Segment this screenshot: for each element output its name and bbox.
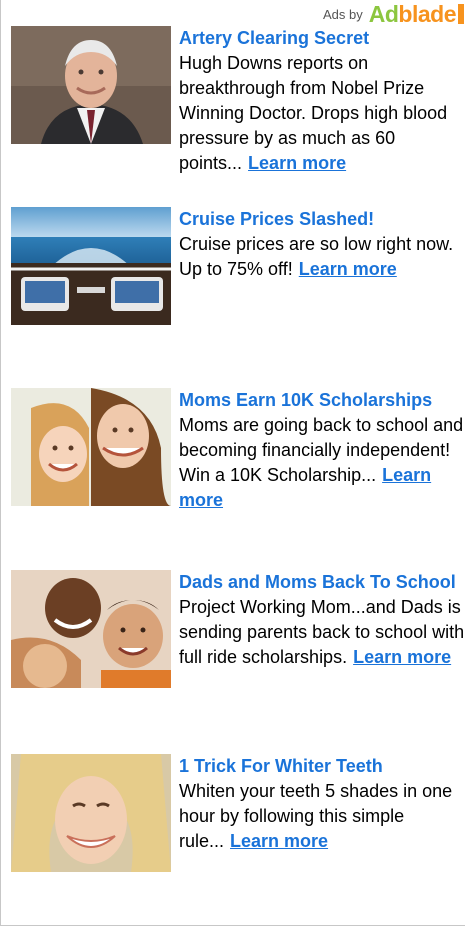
learn-more-link[interactable]: Learn more	[230, 831, 328, 851]
learn-more-link[interactable]: Learn more	[248, 153, 346, 173]
ad-title-link[interactable]: Moms Earn 10K Scholarships	[179, 388, 468, 413]
learn-more-link[interactable]: Learn more	[299, 259, 397, 279]
ad-text: Cruise Prices Slashed! Cruise prices are…	[179, 207, 468, 282]
ad-text: Artery Clearing Secret Hugh Downs report…	[179, 26, 468, 176]
ad-text: 1 Trick For Whiter Teeth Whiten your tee…	[179, 754, 468, 854]
ad-image-cruise-deck[interactable]	[11, 207, 171, 325]
ad-text: Moms Earn 10K Scholarships Moms are goin…	[179, 388, 468, 513]
ad-title-link[interactable]: Dads and Moms Back To School	[179, 570, 468, 595]
learn-more-link[interactable]: Learn more	[353, 647, 451, 667]
ad-title-link[interactable]: Artery Clearing Secret	[179, 26, 468, 51]
ad-image-mother-daughter[interactable]	[11, 388, 171, 506]
ad-title-link[interactable]: 1 Trick For Whiter Teeth	[179, 754, 468, 779]
ad-text: Dads and Moms Back To School Project Wor…	[179, 570, 468, 670]
adblade-logo[interactable]: Ad blade	[369, 1, 464, 28]
ads-by-attribution[interactable]: Ads by Ad blade	[322, 1, 464, 28]
ad-image-father-children[interactable]	[11, 570, 171, 688]
ad-image-smiling-woman[interactable]	[11, 754, 171, 872]
ad-image-elderly-man[interactable]	[11, 26, 171, 144]
ad-title-link[interactable]: Cruise Prices Slashed!	[179, 207, 468, 232]
ads-by-label: Ads by	[322, 6, 363, 22]
